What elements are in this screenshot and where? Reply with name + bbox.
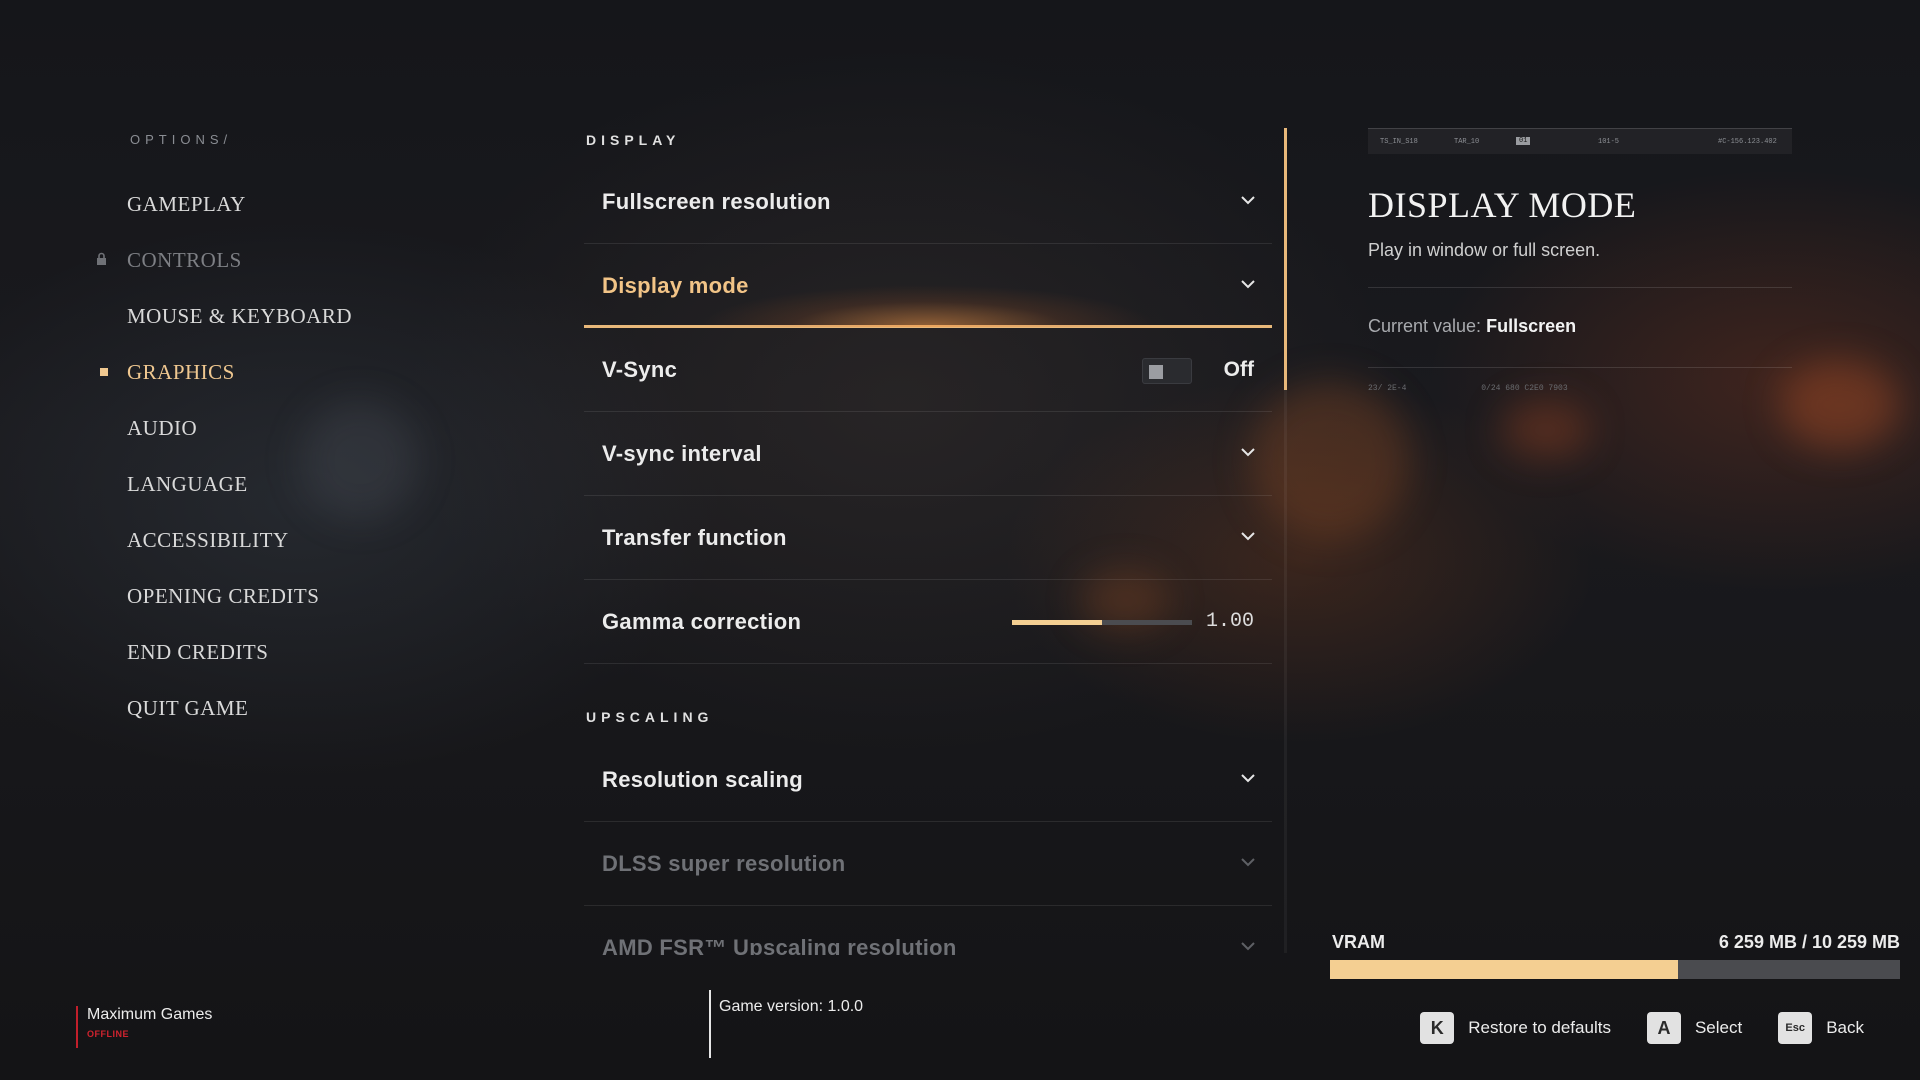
nav-item-end-credits[interactable]: END CREDITS [127, 632, 352, 688]
chevron-down-icon [1241, 942, 1255, 951]
divider [1368, 367, 1792, 368]
setting-label: Transfer function [602, 525, 787, 550]
current-value-prefix: Current value: [1368, 316, 1482, 336]
setting-vsync[interactable]: V-Sync Off [584, 328, 1272, 412]
vsync-value: Off [1223, 358, 1254, 381]
strip-code: TS_IN_S18 [1380, 138, 1418, 146]
current-value-text: Fullscreen [1486, 316, 1577, 336]
key-k-icon: K [1420, 1012, 1455, 1044]
chevron-down-icon [1241, 448, 1255, 457]
vram-label: VRAM [1332, 932, 1385, 952]
nav-item-gameplay[interactable]: GAMEPLAY [127, 184, 352, 240]
back-button[interactable]: Esc Back [1778, 1012, 1864, 1044]
nav-item-quit-game[interactable]: QUIT GAME [127, 688, 352, 744]
nav-item-language[interactable]: LANGUAGE [127, 464, 352, 520]
setting-amd-fsr[interactable]: AMD FSR™ Upscaling resolution [584, 906, 1272, 955]
profile-status: OFFLINE [87, 1029, 129, 1039]
nav-item-accessibility[interactable]: ACCESSIBILITY [127, 520, 352, 576]
nav-item-label: GRAPHICS [127, 360, 235, 384]
button-hints: K Restore to defaults A Select Esc Back [1384, 1012, 1864, 1044]
strip-code: 101-5 [1598, 138, 1620, 146]
setting-resolution-scaling[interactable]: Resolution scaling [584, 738, 1272, 822]
divider [709, 990, 711, 1058]
vram-bar [1330, 960, 1900, 979]
micro-code: 0/24 680 C2E0 7903 [1481, 384, 1568, 393]
chevron-down-icon [1241, 774, 1255, 783]
setting-label: Display mode [602, 273, 749, 298]
setting-vsync-interval[interactable]: V-sync interval [584, 412, 1272, 496]
toggle-knob [1149, 365, 1163, 379]
divider [1368, 287, 1792, 288]
info-description: Play in window or full screen. [1368, 240, 1601, 260]
micro-code: 23/ 2E-4 [1368, 384, 1407, 393]
chevron-down-icon [1241, 196, 1255, 205]
scrollbar-thumb[interactable] [1284, 128, 1287, 390]
gamma-slider-fill [1012, 620, 1102, 625]
current-value: Current value: Fullscreen [1368, 316, 1792, 337]
gamma-slider[interactable] [1012, 620, 1192, 625]
hint-label: Select [1694, 1018, 1743, 1037]
setting-gamma-correction[interactable]: Gamma correction 1.00 [584, 580, 1272, 664]
strip-code: TAR_10 [1454, 138, 1480, 146]
chevron-down-icon [1241, 532, 1255, 541]
select-button[interactable]: A Select [1646, 1012, 1743, 1044]
hint-label: Back [1826, 1018, 1864, 1037]
options-menu: GAMEPLAY CONTROLS MOUSE & KEYBOARD GRAPH… [97, 184, 352, 744]
graphics-settings-list[interactable]: DISPLAY Fullscreen resolution Display mo… [584, 0, 1290, 955]
hint-label: Restore to defaults [1468, 1018, 1611, 1037]
key-esc-icon: Esc [1778, 1012, 1813, 1044]
nav-item-mouse-keyboard[interactable]: MOUSE & KEYBOARD [127, 296, 352, 352]
setting-label: V-sync interval [602, 441, 762, 466]
nav-item-audio[interactable]: AUDIO [127, 408, 352, 464]
setting-label: Fullscreen resolution [602, 189, 831, 214]
info-title: DISPLAY MODE [1368, 185, 1637, 225]
breadcrumb: OPTIONS/ [130, 132, 233, 147]
setting-label: DLSS super resolution [602, 851, 846, 876]
setting-label: Resolution scaling [602, 767, 803, 792]
info-micro-text: 23/ 2E-4 0/24 680 C2E0 7903 [1368, 384, 1792, 393]
setting-transfer-function[interactable]: Transfer function [584, 496, 1272, 580]
restore-defaults-button[interactable]: K Restore to defaults [1420, 1012, 1611, 1044]
options-sidebar: OPTIONS/ GAMEPLAY CONTROLS MOUSE & KEYBO… [0, 0, 560, 1080]
key-a-icon: A [1646, 1012, 1681, 1044]
chevron-down-icon [1241, 280, 1255, 289]
vsync-toggle[interactable] [1142, 358, 1192, 384]
vram-value: 6 259 MB / 10 259 MB [1718, 932, 1900, 952]
player-profile: Maximum Games OFFLINE [76, 1006, 212, 1048]
setting-label: V-Sync [602, 357, 678, 382]
lock-icon [97, 252, 106, 265]
info-decor-strip: TS_IN_S18 TAR_10 01 101-5 #C-156.123.402 [1368, 128, 1792, 154]
setting-label: Gamma correction [602, 609, 802, 634]
profile-name: Maximum Games [87, 1006, 213, 1023]
setting-display-mode[interactable]: Display mode [584, 244, 1272, 328]
setting-dlss-super-resolution[interactable]: DLSS super resolution [584, 822, 1272, 906]
strip-code: #C-156.123.402 [1718, 138, 1777, 146]
setting-info-panel: TS_IN_S18 TAR_10 01 101-5 #C-156.123.402… [1368, 128, 1792, 393]
setting-label: AMD FSR™ Upscaling resolution [602, 935, 957, 955]
chevron-down-icon [1241, 858, 1255, 867]
nav-item-graphics[interactable]: GRAPHICS [100, 352, 352, 408]
nav-item-opening-credits[interactable]: OPENING CREDITS [127, 576, 352, 632]
nav-item-controls[interactable]: CONTROLS [97, 240, 352, 296]
section-title-display: DISPLAY [586, 132, 681, 148]
nav-item-label: CONTROLS [127, 248, 242, 272]
setting-fullscreen-resolution[interactable]: Fullscreen resolution [584, 160, 1272, 244]
section-title-upscaling: UPSCALING [586, 709, 714, 725]
vram-bar-fill [1330, 960, 1678, 979]
strip-code: 01 [1516, 137, 1531, 145]
gamma-value: 1.00 [1205, 610, 1254, 633]
game-version: Game version: 1.0.0 [719, 998, 864, 1015]
active-marker-icon [100, 368, 108, 376]
